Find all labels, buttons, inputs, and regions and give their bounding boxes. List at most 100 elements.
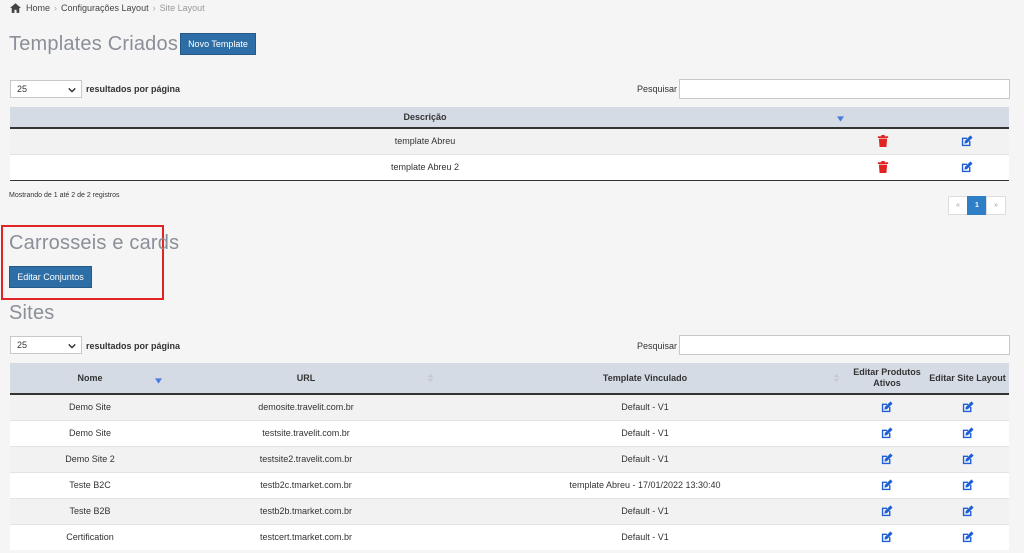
sites-table-header: Nome URL Template Vinculado Editar Produ…: [10, 363, 1009, 395]
site-template-cell: Default - V1: [442, 393, 848, 420]
column-header-descricao-label: Descrição: [403, 112, 447, 122]
site-url-cell: testsite.travelit.com.br: [170, 419, 442, 446]
sites-table: Nome URL Template Vinculado Editar Produ…: [10, 363, 1009, 550]
sites-search-input[interactable]: [679, 335, 1010, 355]
pagination-page-button[interactable]: 1: [967, 196, 987, 215]
templates-search-label: Pesquisar: [637, 84, 678, 94]
column-header-delete: [840, 107, 925, 129]
edit-cell: [925, 127, 1009, 154]
edit-icon[interactable]: [962, 427, 974, 439]
templates-table-info: Mostrando de 1 até 2 de 2 registros: [9, 192, 120, 199]
pagination-prev-button[interactable]: «: [948, 196, 968, 215]
edit-icon[interactable]: [962, 531, 974, 543]
sites-page-length-value: 25: [17, 340, 28, 350]
site-template-cell: Default - V1: [442, 419, 848, 446]
edit-products-cell: [848, 393, 926, 420]
column-header-template-label: Template Vinculado: [602, 373, 688, 383]
edit-cell: [925, 153, 1009, 180]
sites-title: Sites: [9, 302, 55, 324]
home-icon: [10, 3, 21, 13]
site-url-cell: demosite.travelit.com.br: [170, 393, 442, 420]
column-header-descricao[interactable]: Descrição: [10, 107, 844, 129]
delete-cell: [840, 127, 925, 154]
edit-icon[interactable]: [881, 453, 893, 465]
templates-page-length-select[interactable]: 25: [10, 80, 82, 98]
column-header-nome-label: Nome: [77, 373, 103, 383]
edit-icon[interactable]: [962, 401, 974, 413]
templates-page-length-value: 25: [17, 84, 28, 94]
edit-products-cell: [848, 523, 926, 550]
pagination-next-button[interactable]: »: [986, 196, 1006, 215]
sites-page-length-select[interactable]: 25: [10, 336, 82, 354]
templates-search-input[interactable]: [679, 79, 1010, 99]
site-template-cell: Default - V1: [442, 523, 848, 550]
edit-icon[interactable]: [961, 161, 973, 173]
chevron-down-icon: [68, 343, 76, 349]
edit-layout-cell: [926, 419, 1009, 446]
edit-products-cell: [848, 497, 926, 524]
trash-icon[interactable]: [877, 135, 889, 148]
templates-length-label: resultados por página: [86, 84, 181, 94]
column-header-url[interactable]: URL: [170, 363, 442, 395]
templates-pagination: « 1 »: [948, 196, 1006, 215]
edit-icon[interactable]: [881, 401, 893, 413]
table-row: Certification testcert.tmarket.com.br Defa…: [10, 523, 1009, 550]
column-header-nome[interactable]: Nome: [10, 363, 170, 395]
edit-icon[interactable]: [881, 427, 893, 439]
new-template-button[interactable]: Novo Template: [180, 33, 256, 55]
site-name-cell: Demo Site: [10, 393, 170, 420]
edit-icon[interactable]: [881, 505, 893, 517]
chevron-down-icon: [68, 87, 76, 93]
table-row: template Abreu 2: [10, 153, 1009, 180]
site-template-cell: Default - V1: [442, 445, 848, 472]
breadcrumb-home-link[interactable]: Home: [26, 3, 50, 13]
column-header-produtos-line1: Editar Produtos: [853, 367, 921, 377]
edit-icon[interactable]: [962, 453, 974, 465]
templates-title: Templates Criados: [9, 33, 179, 55]
edit-layout-cell: [926, 497, 1009, 524]
site-template-cell: Default - V1: [442, 497, 848, 524]
edit-products-cell: [848, 471, 926, 498]
table-bottom-border: [10, 180, 1009, 181]
table-row: Demo Site demosite.travelit.com.br Default…: [10, 393, 1009, 420]
site-url-cell: testcert.tmarket.com.br: [170, 523, 442, 550]
edit-icon[interactable]: [961, 135, 973, 147]
templates-table-header: Descrição: [10, 107, 1009, 129]
carrosseis-title: Carrosseis e cards: [9, 232, 180, 254]
site-name-cell: Teste B2C: [10, 471, 170, 498]
site-name-cell: Demo Site: [10, 419, 170, 446]
sort-arrow-icon: [155, 378, 162, 384]
breadcrumb: Home › Configurações Layout › Site Layou…: [10, 2, 205, 14]
sort-both-icon: [427, 374, 434, 382]
table-row: Demo Site 2 testsite2.travelit.com.br Defa…: [10, 445, 1009, 472]
edit-sets-button[interactable]: Editar Conjuntos: [9, 266, 92, 288]
site-template-cell: template Abreu - 17/01/2022 13:30:40: [442, 471, 848, 498]
column-header-template[interactable]: Template Vinculado: [442, 363, 848, 395]
table-row: template Abreu: [10, 127, 1009, 154]
sites-length-label: resultados por página: [86, 341, 181, 351]
edit-icon[interactable]: [962, 505, 974, 517]
site-url-cell: testb2b.tmarket.com.br: [170, 497, 442, 524]
edit-layout-cell: [926, 445, 1009, 472]
breadcrumb-section-link[interactable]: Configurações Layout: [61, 3, 149, 13]
column-header-edit: [925, 107, 1009, 129]
templates-table: Descrição template Abreu template Abreu …: [10, 107, 1009, 180]
template-description-cell: template Abreu 2: [10, 153, 840, 180]
breadcrumb-current: Site Layout: [159, 3, 205, 13]
table-row: Teste B2B testb2b.tmarket.com.br Default -…: [10, 497, 1009, 524]
sites-table-body: Demo Site demosite.travelit.com.br Default…: [10, 393, 1009, 550]
table-row: Demo Site testsite.travelit.com.br Default…: [10, 419, 1009, 446]
edit-layout-cell: [926, 471, 1009, 498]
edit-layout-cell: [926, 393, 1009, 420]
sites-search-label: Pesquisar: [637, 341, 678, 351]
site-url-cell: testsite2.travelit.com.br: [170, 445, 442, 472]
delete-cell: [840, 153, 925, 180]
trash-icon[interactable]: [877, 161, 889, 174]
edit-products-cell: [848, 445, 926, 472]
column-header-produtos-line2: Ativos: [873, 378, 901, 388]
edit-icon[interactable]: [881, 479, 893, 491]
edit-icon[interactable]: [962, 479, 974, 491]
site-url-cell: testb2c.tmarket.com.br: [170, 471, 442, 498]
edit-icon[interactable]: [881, 531, 893, 543]
edit-layout-cell: [926, 523, 1009, 550]
